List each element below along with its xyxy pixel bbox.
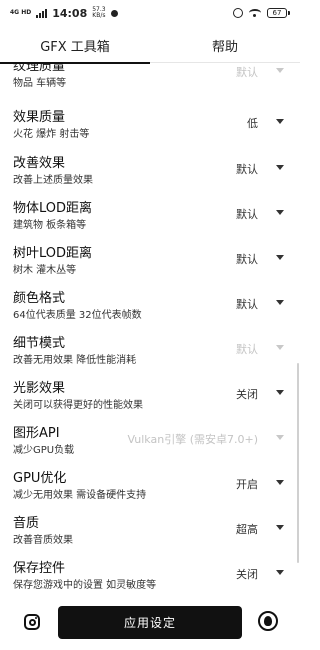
bottom-bar: 应用设定 [0, 600, 300, 650]
setting-effect-quality[interactable]: 效果质量 火花 爆炸 射击等 低 [0, 104, 300, 149]
setting-value: 开启 [236, 478, 258, 491]
setting-desc: 改善音质效果 [13, 535, 73, 546]
qq-icon[interactable] [258, 611, 278, 631]
setting-title: 纹理质量 [13, 63, 66, 74]
instagram-icon[interactable] [24, 614, 40, 630]
setting-value: 关闭 [236, 568, 258, 581]
setting-desc: 保存您游戏中的设置 如灵敏度等 [13, 580, 157, 591]
chevron-down-icon [276, 480, 284, 485]
chevron-down-icon [276, 210, 284, 215]
clock: 14:08 [52, 6, 88, 20]
scrollbar[interactable] [297, 363, 299, 563]
net-speed: 57.3 KB/s [92, 7, 105, 19]
setting-value: 默认 [236, 66, 258, 79]
setting-desc: 改善无用效果 降低性能消耗 [13, 355, 137, 366]
setting-desc: 树木 灌木丛等 [13, 265, 77, 276]
setting-shadows[interactable]: 光影效果 关闭可以获得更好的性能效果 关闭 [0, 375, 300, 420]
chevron-down-icon [276, 435, 284, 440]
notification-dot-icon [110, 9, 118, 17]
battery-icon: 67 [267, 8, 290, 18]
settings-list[interactable]: 纹理质量 物品 车辆等 默认 效果质量 火花 爆炸 射击等 低 改善效果 改善上… [0, 63, 300, 600]
setting-desc: 关闭可以获得更好的性能效果 [13, 400, 143, 411]
net-speed-unit: KB/s [92, 12, 106, 19]
setting-gpu-optimization[interactable]: GPU优化 减少无用效果 需设备硬件支持 开启 [0, 465, 300, 510]
chevron-down-icon [276, 390, 284, 395]
tab-gfx-toolbox[interactable]: GFX 工具箱 [0, 27, 150, 64]
setting-desc: 火花 爆炸 射击等 [13, 129, 90, 140]
setting-title: 物体LOD距离 [13, 201, 93, 216]
setting-title: 改善效果 [13, 156, 66, 171]
chevron-down-icon [276, 525, 284, 530]
wifi-icon [249, 9, 261, 17]
chevron-down-icon [276, 119, 284, 124]
setting-foliage-lod[interactable]: 树叶LOD距离 树木 灌木丛等 默认 [0, 240, 300, 285]
setting-value: Vulkan引擎 (需安卓7.0+) [127, 433, 259, 446]
setting-value: 低 [247, 117, 258, 130]
status-bar: 4G HD 14:08 57.3 KB/s 67 [0, 0, 300, 26]
chevron-down-icon [276, 165, 284, 170]
setting-value: 关闭 [236, 388, 258, 401]
setting-value: 默认 [236, 298, 258, 311]
setting-value: 默认 [236, 253, 258, 266]
status-right: 67 [233, 8, 290, 18]
signal-icon [36, 8, 48, 18]
chevron-down-icon [276, 68, 284, 73]
setting-title: 音质 [13, 516, 40, 531]
setting-title: 图形API [13, 426, 60, 441]
tab-bar: GFX 工具箱 帮助 [0, 27, 300, 64]
setting-value: 默认 [236, 163, 258, 176]
setting-title: 保存控件 [13, 561, 66, 576]
tab-help[interactable]: 帮助 [150, 27, 300, 63]
setting-graphics-api[interactable]: 图形API 减少GPU负载 Vulkan引擎 (需安卓7.0+) [0, 420, 300, 465]
setting-value: 默认 [236, 208, 258, 221]
setting-save-controls[interactable]: 保存控件 保存您游戏中的设置 如灵敏度等 关闭 [0, 555, 300, 600]
setting-value: 默认 [236, 343, 258, 356]
setting-title: 细节模式 [13, 336, 66, 351]
setting-desc: 改善上述质量效果 [13, 175, 93, 186]
setting-title: 效果质量 [13, 110, 66, 125]
status-left: 4G HD 14:08 57.3 KB/s [10, 7, 118, 20]
setting-desc: 物品 车辆等 [13, 78, 67, 89]
setting-detail-mode[interactable]: 细节模式 改善无用效果 降低性能消耗 默认 [0, 330, 300, 375]
setting-object-lod[interactable]: 物体LOD距离 建筑物 板条箱等 默认 [0, 195, 300, 240]
apply-settings-button[interactable]: 应用设定 [58, 606, 242, 639]
setting-texture-quality[interactable]: 纹理质量 物品 车辆等 默认 [0, 63, 300, 98]
setting-color-format[interactable]: 颜色格式 64位代表质量 32位代表帧数 默认 [0, 285, 300, 330]
setting-desc: 减少无用效果 需设备硬件支持 [13, 490, 147, 501]
setting-audio-quality[interactable]: 音质 改善音质效果 超高 [0, 510, 300, 555]
setting-title: 光影效果 [13, 381, 66, 396]
alarm-icon [233, 8, 243, 18]
setting-desc: 减少GPU负载 [13, 445, 75, 456]
setting-title: 树叶LOD距离 [13, 246, 93, 261]
chevron-down-icon [276, 300, 284, 305]
battery-level: 67 [267, 8, 287, 18]
chevron-down-icon [276, 570, 284, 575]
setting-title: GPU优化 [13, 471, 67, 486]
setting-improve-effects[interactable]: 改善效果 改善上述质量效果 默认 [0, 150, 300, 195]
setting-title: 颜色格式 [13, 291, 66, 306]
signal-label: 4G HD [10, 9, 32, 16]
setting-desc: 64位代表质量 32位代表帧数 [13, 310, 142, 321]
setting-desc: 建筑物 板条箱等 [13, 220, 87, 231]
setting-value: 超高 [236, 523, 258, 536]
chevron-down-icon [276, 255, 284, 260]
chevron-down-icon [276, 345, 284, 350]
